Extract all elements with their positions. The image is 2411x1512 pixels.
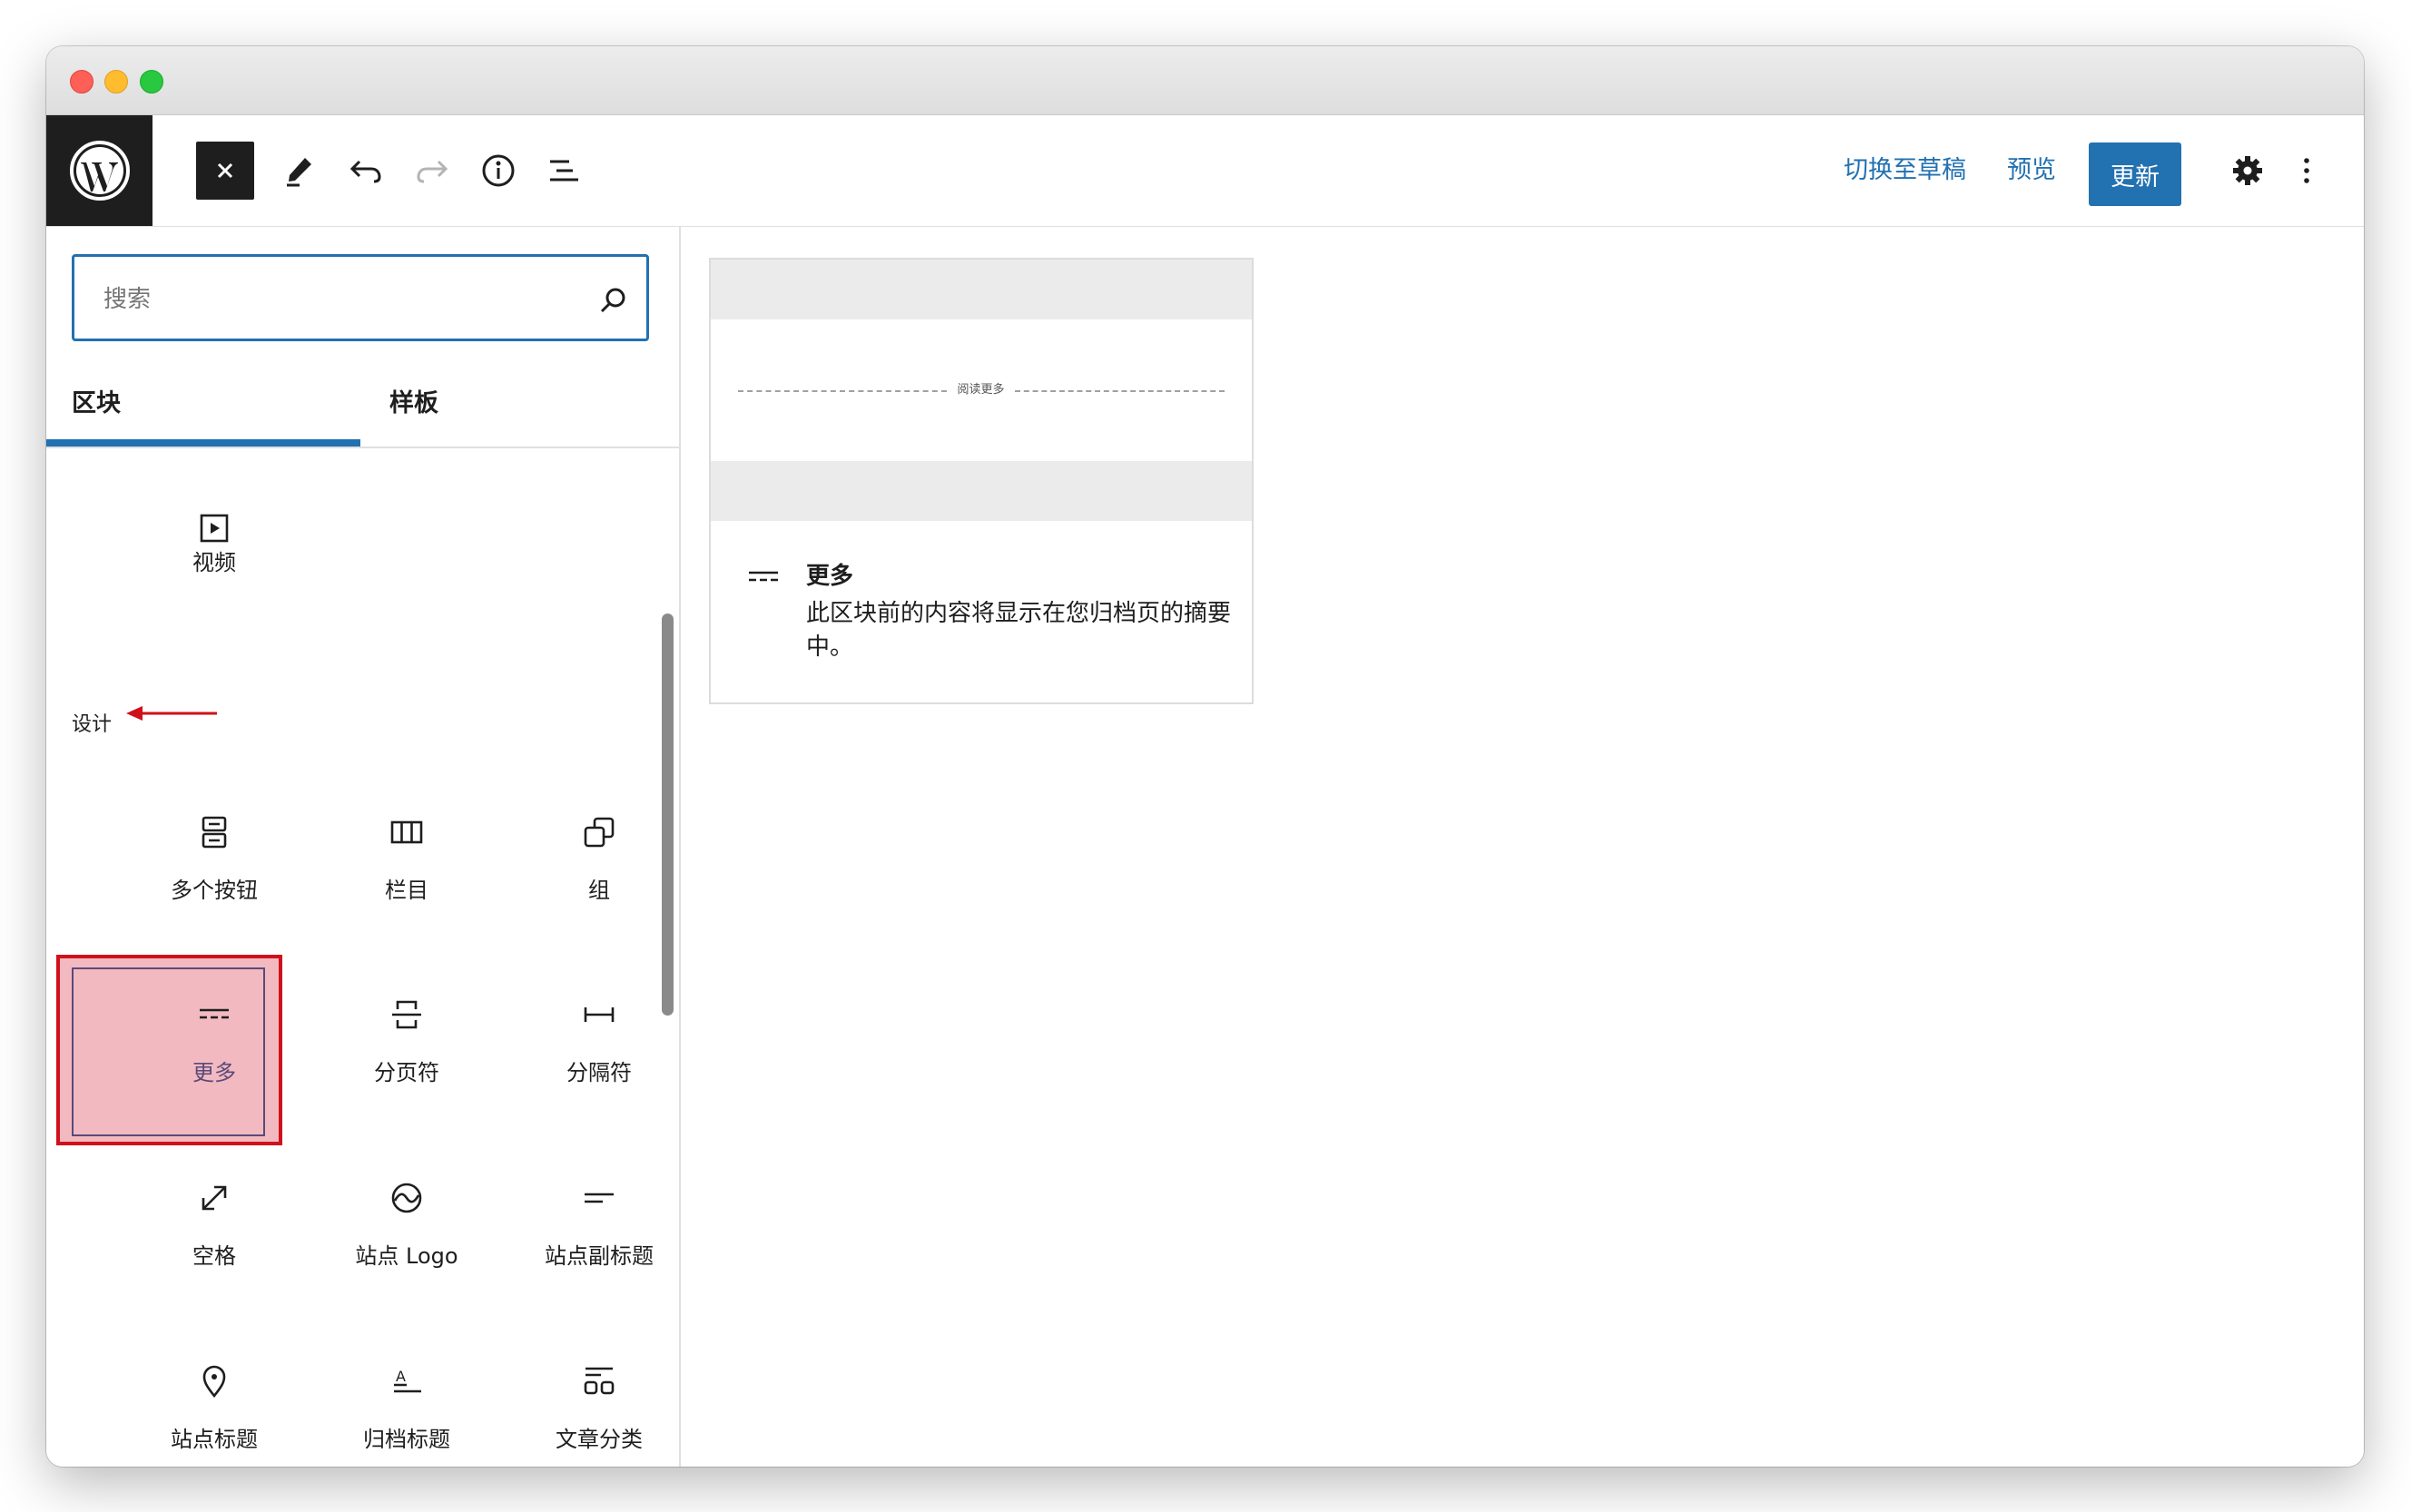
separator-icon [584, 1007, 615, 1022]
window-titlebar [46, 46, 2364, 115]
block-label: 组 [588, 878, 610, 903]
tab-patterns[interactable]: 样板 [389, 363, 679, 447]
site-logo-icon [391, 1183, 422, 1213]
options-menu-button[interactable] [2284, 142, 2329, 200]
buttons-icon [202, 816, 227, 849]
preview-placeholder-bottom [711, 461, 1252, 521]
block-label: 视频 [192, 550, 236, 575]
preview-placeholder-top [711, 260, 1252, 319]
browser-window: 切换至草稿 预览 更新 搜索 区块 样板 视频 设计 多个按钮 栏目 组 更多 … [46, 46, 2364, 1467]
block-label: 归档标题 [363, 1427, 450, 1452]
block-separator[interactable]: 分隔符 [503, 977, 679, 1149]
more-icon [200, 1008, 229, 1019]
block-label: 分页符 [374, 1060, 439, 1085]
block-inserter-panel: 区块 样板 视频 设计 [46, 227, 681, 1467]
editor-header: 切换至草稿 预览 更新 [46, 115, 2364, 228]
columns-icon [390, 820, 423, 844]
block-spacer[interactable]: 空格 [118, 1160, 310, 1332]
block-preview-card: 阅读更多 更多 此区块前的内容将显示在您归档页的摘要中。 [709, 258, 1254, 704]
gear-icon [2233, 156, 2262, 185]
tab-blocks[interactable]: 区块 [72, 363, 362, 447]
block-video[interactable]: 视频 [118, 490, 310, 663]
block-page-break[interactable]: 分页符 [310, 977, 503, 1149]
more-icon [749, 571, 778, 582]
active-tab-indicator [46, 439, 360, 447]
block-more[interactable]: 更多 [118, 977, 310, 1149]
block-label: 文章分类 [556, 1427, 643, 1452]
map-pin-icon [202, 1365, 226, 1399]
block-columns[interactable]: 栏目 [310, 794, 503, 967]
zoom-window-button[interactable] [140, 70, 163, 93]
search-icon [600, 288, 625, 313]
block-label: 多个按钮 [171, 878, 258, 903]
close-inserter-button[interactable] [196, 142, 254, 200]
block-label: 更多 [192, 1060, 236, 1085]
block-site-tagline[interactable]: 站点副标题 [503, 1160, 679, 1332]
details-button[interactable] [469, 142, 527, 200]
block-archive-title[interactable]: A 归档标题 [310, 1343, 503, 1467]
read-more-separator: 阅读更多 [738, 381, 1225, 399]
site-tagline-icon [585, 1193, 614, 1203]
switch-to-draft-button[interactable]: 切换至草稿 [1844, 150, 1966, 191]
post-categories-icon [584, 1367, 615, 1395]
tools-button[interactable] [271, 142, 329, 200]
group-icon [584, 817, 615, 848]
preview-button[interactable]: 预览 [2007, 150, 2056, 191]
redo-button[interactable] [403, 142, 461, 200]
archive-title-icon: A [394, 1368, 421, 1393]
inserter-tabs: 区块 样板 [46, 363, 679, 448]
minimize-window-button[interactable] [104, 70, 128, 93]
block-label: 分隔符 [566, 1060, 632, 1085]
block-post-categories[interactable]: 文章分类 [503, 1343, 679, 1467]
spacer-icon [202, 1185, 227, 1211]
preview-block-description: 此区块前的内容将显示在您归档页的摘要中。 [806, 600, 1232, 661]
block-label: 站点副标题 [545, 1243, 654, 1269]
read-more-text: 阅读更多 [957, 383, 1005, 397]
list-view-icon [550, 160, 578, 182]
block-buttons[interactable]: 多个按钮 [118, 794, 310, 967]
block-group[interactable]: 组 [503, 794, 679, 967]
close-window-button[interactable] [70, 70, 93, 93]
undo-button[interactable] [337, 142, 395, 200]
info-icon [482, 154, 515, 187]
search-input[interactable] [102, 279, 577, 320]
red-arrow-annotation [126, 706, 217, 721]
preview-block-title: 更多 [806, 563, 854, 590]
search-field[interactable] [72, 254, 649, 341]
design-category-heading: 设计 [72, 713, 113, 736]
page-break-icon [392, 1000, 421, 1029]
block-label: 栏目 [385, 878, 428, 903]
redo-icon [417, 160, 448, 183]
undo-icon [349, 160, 381, 183]
pencil-icon [287, 158, 311, 187]
block-label: 站点 Logo [355, 1243, 458, 1269]
list-view-button[interactable] [535, 142, 593, 200]
video-icon [200, 514, 229, 543]
svg-text:A: A [396, 1368, 406, 1385]
close-icon [217, 162, 233, 179]
block-site-logo[interactable]: 站点 Logo [310, 1160, 503, 1332]
block-label: 站点标题 [171, 1427, 258, 1452]
more-vertical-icon [2304, 158, 2309, 183]
block-label: 空格 [192, 1243, 236, 1269]
update-button[interactable]: 更新 [2089, 142, 2181, 206]
wordpress-logo-icon[interactable] [46, 115, 153, 226]
block-site-title[interactable]: 站点标题 [118, 1343, 310, 1467]
settings-button[interactable] [2219, 142, 2277, 200]
